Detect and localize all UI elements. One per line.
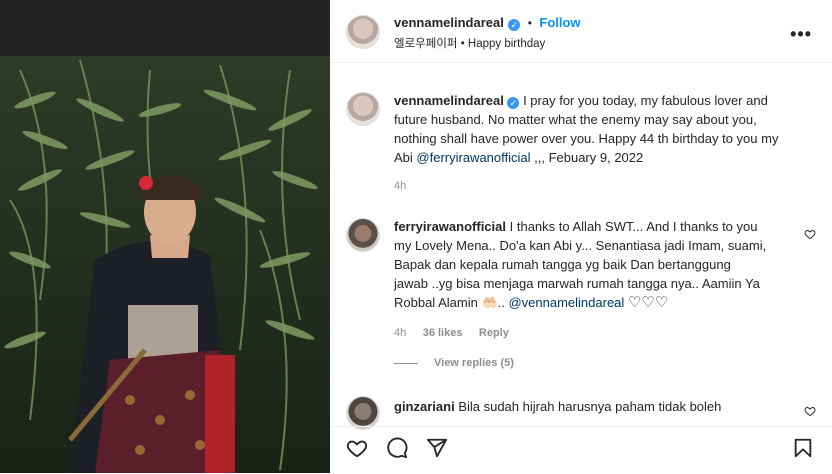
audio-separator: • (460, 38, 465, 50)
post-photo[interactable] (0, 0, 330, 473)
comment-like-heart-icon[interactable] (804, 405, 816, 417)
share-icon[interactable] (426, 437, 448, 459)
separator-dot: • (527, 16, 532, 30)
more-options-icon[interactable]: ••• (790, 24, 812, 45)
reply-button[interactable]: Reply (479, 327, 509, 339)
verified-badge-icon: ✓ (507, 97, 520, 109)
comment-line-5-pre: Robbal Alamin (394, 295, 482, 310)
commenter-avatar[interactable] (346, 396, 380, 430)
view-replies-label: View replies (5) (434, 357, 514, 369)
comment-username[interactable]: ferryirawanofficial (394, 219, 506, 234)
post-image (0, 56, 330, 473)
caption: vennamelindareal ✓ I pray for you today,… (394, 91, 819, 167)
author-username[interactable]: vennamelindareal (394, 15, 504, 30)
caption-line-1: I pray for you today, my fabulous lover … (523, 93, 768, 108)
bookmark-icon[interactable] (792, 437, 814, 459)
caption-line-4-pre: Abi (394, 150, 417, 165)
comment-username[interactable]: ginzariani (394, 399, 455, 414)
commenter-avatar[interactable] (346, 218, 380, 252)
comment-line-3: Bapak dan kepala rumah tangga yg baik Da… (394, 257, 731, 272)
comment-mention[interactable]: @vennamelindareal (508, 295, 624, 310)
comment-line-1: I thanks to Allah SWT... And I thanks to… (509, 219, 758, 234)
comment: ginzariani Bila sudah hijrah harusnya pa… (394, 397, 721, 416)
audio-artist[interactable]: 엘로우페이퍼 (394, 38, 457, 50)
caption-username[interactable]: vennamelindareal (394, 93, 504, 108)
caption-mention[interactable]: @ferryirawanofficial (416, 150, 530, 165)
action-bar (330, 426, 832, 474)
hearts-emoji: ♡♡♡ (627, 294, 669, 311)
comment-line-5-mid: .. (497, 295, 509, 310)
author-avatar[interactable] (346, 15, 380, 49)
comment-time[interactable]: 4h (394, 327, 406, 339)
comment-icon[interactable] (386, 437, 408, 459)
heart-icon[interactable] (346, 437, 368, 459)
comment-line-4: jawab ..yg bisa menjaga marwah rumah tan… (394, 276, 760, 291)
caption-avatar[interactable] (346, 92, 380, 126)
comment-text: Bila sudah hijrah harusnya paham tidak b… (458, 399, 722, 414)
post-panel: vennamelindareal ✓ • Follow 엘로우페이퍼 • Hap… (330, 0, 832, 473)
comment-likes[interactable]: 36 likes (423, 327, 463, 339)
verified-badge-icon: ✓ (508, 19, 521, 31)
caption-line-2: future husband. No matter what the enemy… (394, 112, 757, 127)
comment-like-heart-icon[interactable] (804, 228, 816, 240)
caption-line-4-post: ,,, Febuary 9, 2022 (530, 150, 644, 165)
audio-track[interactable]: Happy birthday (468, 38, 545, 50)
comment-line-2: my Lovely Mena.. Do'a kan Abi y... Senan… (394, 238, 767, 253)
view-replies-button[interactable]: View replies (5) (394, 357, 514, 369)
post-header: vennamelindareal ✓ • Follow 엘로우페이퍼 • Hap… (330, 0, 832, 63)
view-replies-line (394, 362, 418, 364)
follow-button[interactable]: Follow (539, 15, 580, 30)
praying-hands-emoji: 🤲🏻 (481, 295, 498, 310)
caption-line-3: nothing shall have power over you. Happy… (394, 131, 779, 146)
caption-time[interactable]: 4h (394, 180, 406, 192)
comment: ferryirawanofficial I thanks to Allah SW… (394, 217, 804, 312)
